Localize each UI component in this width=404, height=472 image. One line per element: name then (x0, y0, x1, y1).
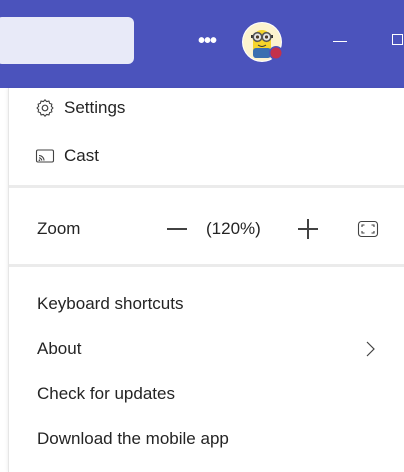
menu-item-download-mobile-app[interactable]: Download the mobile app (9, 419, 404, 459)
menu-item-keyboard-shortcuts[interactable]: Keyboard shortcuts (9, 284, 404, 324)
minimize-button[interactable] (327, 24, 357, 58)
maximize-button[interactable] (388, 30, 404, 52)
more-options-label: ••• (197, 29, 217, 52)
menu-item-cast[interactable]: Cast (9, 136, 404, 176)
zoom-row: Zoom (120%) (9, 208, 404, 250)
zoom-out-button[interactable] (166, 218, 188, 240)
menu-item-settings[interactable]: Settings (9, 88, 404, 128)
avatar[interactable] (242, 20, 286, 64)
cast-icon (35, 146, 55, 166)
minion-avatar-icon (242, 22, 283, 62)
settings-menu: Settings Cast Zoom (120%) Keyboard short… (8, 88, 404, 472)
menu-item-check-for-updates[interactable]: Check for updates (9, 374, 404, 414)
search-input[interactable] (0, 17, 134, 64)
menu-item-settings-label: Settings (64, 98, 126, 117)
menu-item-check-for-updates-label: Check for updates (37, 384, 175, 403)
gear-icon (35, 98, 55, 118)
menu-divider (9, 264, 404, 267)
fullscreen-button[interactable] (357, 219, 379, 239)
menu-item-keyboard-shortcuts-label: Keyboard shortcuts (37, 294, 184, 313)
menu-item-about[interactable]: About (9, 329, 404, 369)
zoom-in-button[interactable] (297, 218, 319, 240)
menu-item-about-label: About (37, 339, 82, 358)
title-bar: ••• (0, 0, 404, 88)
menu-item-download-mobile-app-label: Download the mobile app (37, 429, 229, 448)
fullscreen-icon (357, 220, 379, 238)
chevron-right-icon (361, 340, 379, 358)
zoom-label: Zoom (37, 219, 81, 238)
zoom-value: (120%) (206, 219, 261, 238)
more-options-button[interactable]: ••• (190, 24, 224, 58)
menu-divider (9, 185, 404, 188)
menu-item-cast-label: Cast (64, 146, 99, 165)
